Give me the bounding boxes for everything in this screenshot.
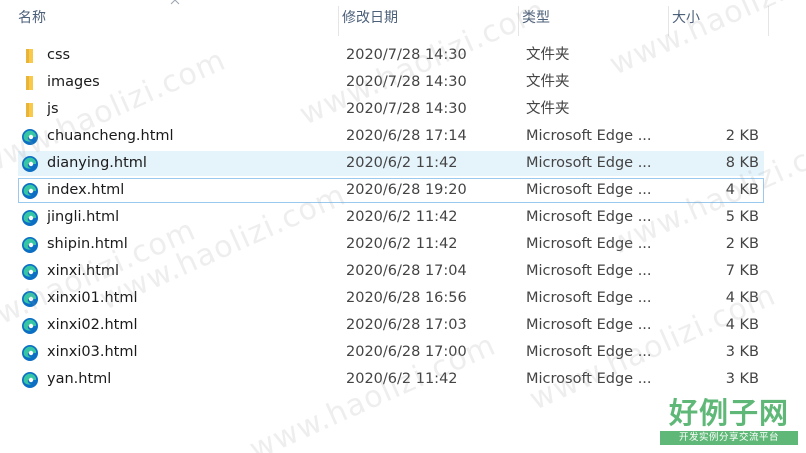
file-type: Microsoft Edge ... xyxy=(526,128,652,144)
column-divider[interactable] xyxy=(768,6,769,36)
file-size: 4 KB xyxy=(725,317,759,333)
file-size: 3 KB xyxy=(725,371,759,387)
file-name: xinxi02.html xyxy=(47,317,138,333)
file-row[interactable]: xinxi.html 2020/6/28 17:04 Microsoft Edge … xyxy=(18,259,764,284)
file-modified-date: 2020/6/28 16:56 xyxy=(346,290,467,306)
edge-icon xyxy=(21,209,39,227)
file-name: jingli.html xyxy=(47,209,120,225)
file-type: Microsoft Edge ... xyxy=(526,209,652,225)
file-type: Microsoft Edge ... xyxy=(526,344,652,360)
file-type: 文件夹 xyxy=(526,47,570,63)
file-size xyxy=(679,44,759,67)
file-modified-date: 2020/7/28 14:30 xyxy=(346,74,467,90)
file-type: Microsoft Edge ... xyxy=(526,371,652,387)
edge-icon xyxy=(21,290,39,308)
file-size: 3 KB xyxy=(725,344,759,360)
file-modified-date: 2020/6/2 11:42 xyxy=(346,371,458,387)
file-name: shipin.html xyxy=(47,236,128,252)
file-row[interactable]: shipin.html 2020/6/2 11:42 Microsoft Edge … xyxy=(18,232,764,257)
edge-icon xyxy=(21,128,39,146)
file-name: dianying.html xyxy=(47,155,147,171)
edge-icon xyxy=(21,344,39,362)
file-size: 7 KB xyxy=(725,263,759,279)
file-name: css xyxy=(47,47,71,63)
file-type: Microsoft Edge ... xyxy=(526,182,652,198)
file-row[interactable]: xinxi02.html 2020/6/28 17:03 Microsoft Edg… xyxy=(18,313,764,338)
file-type: Microsoft Edge ... xyxy=(526,236,652,252)
file-row[interactable]: chuancheng.html 2020/6/28 17:14 Microsoft … xyxy=(18,124,764,149)
file-name: index.html xyxy=(47,182,125,198)
file-type: 文件夹 xyxy=(526,101,570,117)
file-modified-date: 2020/6/28 17:04 xyxy=(346,263,467,279)
column-header-size[interactable]: 大小 xyxy=(668,0,768,36)
edge-icon xyxy=(21,182,39,200)
file-row[interactable]: images 2020/7/28 14:30 文件夹 xyxy=(18,70,764,95)
column-header-name[interactable]: 名称 xyxy=(14,0,338,36)
edge-icon xyxy=(21,317,39,335)
file-row[interactable]: jingli.html 2020/6/2 11:42 Microsoft Edge … xyxy=(18,205,764,230)
file-modified-date: 2020/6/2 11:42 xyxy=(346,155,458,171)
file-name: xinxi01.html xyxy=(47,290,138,306)
file-modified-date: 2020/7/28 14:30 xyxy=(346,101,467,117)
file-row[interactable]: xinxi01.html 2020/6/28 16:56 Microsoft Edg… xyxy=(18,286,764,311)
file-row[interactable]: css 2020/7/28 14:30 文件夹 xyxy=(18,43,764,68)
edge-icon xyxy=(21,236,39,254)
file-modified-date: 2020/6/28 17:14 xyxy=(346,128,467,144)
file-row[interactable]: index.html 2020/6/28 19:20 Microsoft Edge … xyxy=(18,178,764,203)
folder-icon xyxy=(21,47,39,65)
file-name: xinxi03.html xyxy=(47,344,138,360)
file-row[interactable]: js 2020/7/28 14:30 文件夹 xyxy=(18,97,764,122)
file-modified-date: 2020/6/28 17:03 xyxy=(346,317,467,333)
file-explorer-window: 名称 修改日期 类型 大小 css 2020/7/28 14:30 文件夹 image… xyxy=(0,0,806,453)
file-size xyxy=(679,71,759,94)
file-size: 4 KB xyxy=(725,182,759,198)
file-type: Microsoft Edge ... xyxy=(526,317,652,333)
file-name: chuancheng.html xyxy=(47,128,174,144)
file-type: Microsoft Edge ... xyxy=(526,263,652,279)
brand-tagline: 开发实例分享交流平台 xyxy=(660,431,798,445)
column-header-bar: 名称 修改日期 类型 大小 xyxy=(0,0,806,36)
folder-icon xyxy=(21,101,39,119)
file-size: 8 KB xyxy=(725,155,759,171)
column-header-date[interactable]: 修改日期 xyxy=(338,0,518,36)
file-name: js xyxy=(47,101,59,117)
brand-logo: 好例子网 开发实例分享交流平台 xyxy=(660,397,798,445)
file-size: 2 KB xyxy=(725,236,759,252)
file-size xyxy=(679,98,759,121)
file-type: Microsoft Edge ... xyxy=(526,155,652,171)
folder-icon xyxy=(21,74,39,92)
file-type: Microsoft Edge ... xyxy=(526,290,652,306)
file-name: images xyxy=(47,74,100,90)
file-modified-date: 2020/6/28 17:00 xyxy=(346,344,467,360)
file-name: yan.html xyxy=(47,371,112,387)
file-modified-date: 2020/6/2 11:42 xyxy=(346,209,458,225)
file-row[interactable]: yan.html 2020/6/2 11:42 Microsoft Edge ...… xyxy=(18,367,764,392)
edge-icon xyxy=(21,155,39,173)
file-size: 5 KB xyxy=(725,209,759,225)
file-modified-date: 2020/7/28 14:30 xyxy=(346,47,467,63)
file-row[interactable]: xinxi03.html 2020/6/28 17:00 Microsoft Edg… xyxy=(18,340,764,365)
file-modified-date: 2020/6/2 11:42 xyxy=(346,236,458,252)
file-name: xinxi.html xyxy=(47,263,120,279)
edge-icon xyxy=(21,371,39,389)
file-type: 文件夹 xyxy=(526,74,570,90)
file-size: 4 KB xyxy=(725,290,759,306)
edge-icon xyxy=(21,263,39,281)
file-size: 2 KB xyxy=(725,128,759,144)
brand-name: 好例子网 xyxy=(668,396,789,430)
column-header-type[interactable]: 类型 xyxy=(518,0,668,36)
file-modified-date: 2020/6/28 19:20 xyxy=(346,182,467,198)
file-row[interactable]: dianying.html 2020/6/2 11:42 Microsoft Edg… xyxy=(18,151,764,176)
